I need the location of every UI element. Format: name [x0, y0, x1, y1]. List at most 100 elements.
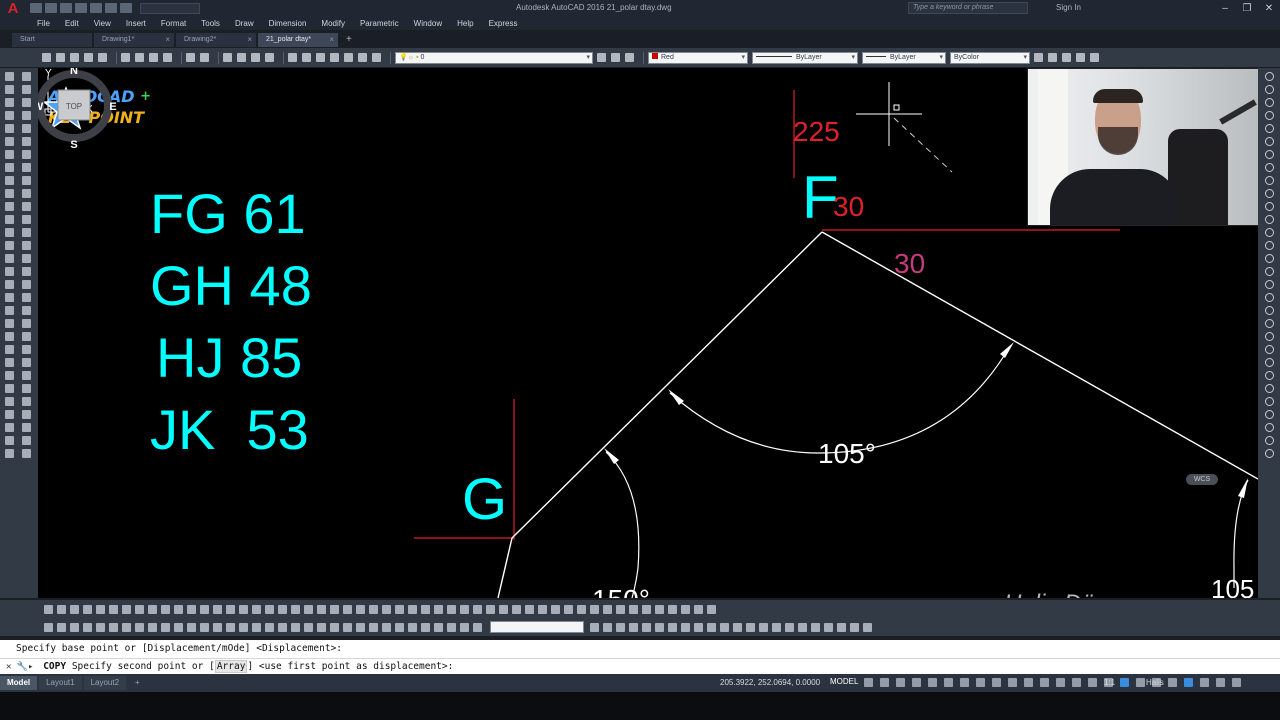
- toolbar-tool-icon[interactable]: [44, 622, 53, 632]
- toolbar-tool-icon[interactable]: [57, 622, 66, 632]
- modify-tool-icon[interactable]: [22, 267, 31, 276]
- toolbar-tool-icon[interactable]: [616, 622, 625, 632]
- draw-tool-icon[interactable]: [5, 98, 14, 107]
- view-tool-icon[interactable]: [1264, 345, 1274, 354]
- toolbar-tool-icon[interactable]: [187, 604, 196, 614]
- toolbar-tool-icon[interactable]: [720, 622, 729, 632]
- draw-tool-icon[interactable]: [5, 267, 14, 276]
- menu-draw[interactable]: Draw: [228, 19, 262, 28]
- save-icon[interactable]: [70, 53, 79, 62]
- draw-tool-icon[interactable]: [5, 124, 14, 133]
- draw-tool-icon[interactable]: [5, 410, 14, 419]
- markup-icon[interactable]: [344, 53, 353, 62]
- toolbar-tool-icon[interactable]: [499, 604, 508, 614]
- modify-tool-icon[interactable]: [22, 137, 31, 146]
- toolbar-tool-icon[interactable]: [44, 604, 53, 614]
- toolbar-tool-icon[interactable]: [343, 604, 352, 614]
- tab-drawing2[interactable]: Drawing2* ×: [176, 33, 256, 47]
- toolbar-tool-icon[interactable]: [759, 622, 768, 632]
- toolbar-tool-icon[interactable]: [629, 604, 638, 614]
- toolbar-tool-icon[interactable]: [317, 604, 326, 614]
- menu-format[interactable]: Format: [154, 19, 194, 28]
- menu-modify[interactable]: Modify: [314, 19, 353, 28]
- layer-previous-icon[interactable]: [597, 53, 606, 62]
- view-tool-icon[interactable]: [1264, 124, 1274, 133]
- toolbar-tool-icon[interactable]: [109, 604, 118, 614]
- toolbar-tool-icon[interactable]: [811, 622, 820, 632]
- status-toggle-icon[interactable]: [1040, 678, 1049, 687]
- view-tool-icon[interactable]: [1264, 397, 1274, 406]
- menu-help[interactable]: Help: [450, 19, 481, 28]
- toolbar-tool-icon[interactable]: [655, 604, 664, 614]
- toolbar-tool-icon[interactable]: [161, 622, 170, 632]
- menu-parametric[interactable]: Parametric: [353, 19, 407, 28]
- view-tool-icon[interactable]: [1264, 371, 1274, 380]
- modify-tool-icon[interactable]: [22, 111, 31, 120]
- modify-tool-icon[interactable]: [22, 85, 31, 94]
- app-menu-button[interactable]: A: [0, 0, 26, 17]
- draw-tool-icon[interactable]: [5, 254, 14, 263]
- toolbar-tool-icon[interactable]: [460, 622, 469, 632]
- draw-tool-icon[interactable]: [5, 137, 14, 146]
- calculator-icon[interactable]: [358, 53, 367, 62]
- toolbar-tool-icon[interactable]: [200, 604, 209, 614]
- status-toggle-icon[interactable]: [976, 678, 985, 687]
- modify-tool-icon[interactable]: [22, 280, 31, 289]
- toolbar-tool-icon[interactable]: [694, 604, 703, 614]
- view-tool-icon[interactable]: [1264, 163, 1274, 172]
- drawing-canvas[interactable]: AUTOCAD + KEY POINT FG 61 GH 48 HJ 85 JK…: [38, 68, 1258, 598]
- toolbar-tool-icon[interactable]: [486, 604, 495, 614]
- toolbar-tool-icon[interactable]: [512, 604, 521, 614]
- redo-icon[interactable]: [120, 3, 132, 13]
- layout-tab-layout1[interactable]: Layout1: [39, 676, 82, 690]
- toolbar-tool-icon[interactable]: [57, 604, 66, 614]
- modify-tool-icon[interactable]: [22, 241, 31, 250]
- draw-tool-icon[interactable]: [5, 345, 14, 354]
- multileader-style-icon[interactable]: [1076, 53, 1085, 62]
- toolbar-tool-icon[interactable]: [265, 604, 274, 614]
- view-tool-icon[interactable]: [1264, 111, 1274, 120]
- toolbar-tool-icon[interactable]: [590, 604, 599, 614]
- draw-tool-icon[interactable]: [5, 189, 14, 198]
- toolbar-tool-icon[interactable]: [668, 622, 677, 632]
- modify-tool-icon[interactable]: [22, 150, 31, 159]
- toolbar-tool-icon[interactable]: [694, 622, 703, 632]
- restore-icon[interactable]: ❐: [1236, 0, 1258, 16]
- view-tool-icon[interactable]: [1264, 293, 1274, 302]
- toolbar-tool-icon[interactable]: [655, 622, 664, 632]
- save-as-icon[interactable]: [75, 3, 87, 13]
- toolbar-tool-icon[interactable]: [863, 622, 872, 632]
- toolbar-tool-icon[interactable]: [707, 604, 716, 614]
- view-tool-icon[interactable]: [1264, 176, 1274, 185]
- toolbar-tool-icon[interactable]: [707, 622, 716, 632]
- model-space-button[interactable]: MODEL: [830, 677, 858, 686]
- toolbar-tool-icon[interactable]: [343, 622, 352, 632]
- layer-states-icon[interactable]: [611, 53, 620, 62]
- toolbar-tool-icon[interactable]: [603, 604, 612, 614]
- draw-tool-icon[interactable]: [5, 280, 14, 289]
- modify-tool-icon[interactable]: [22, 384, 31, 393]
- pan-icon[interactable]: [223, 53, 232, 62]
- toolbar-tool-icon[interactable]: [590, 622, 599, 632]
- toolbar-tool-icon[interactable]: [174, 604, 183, 614]
- match-properties-icon[interactable]: [163, 53, 172, 62]
- compass-north[interactable]: N: [70, 68, 78, 77]
- toolbar-tool-icon[interactable]: [356, 622, 365, 632]
- cut-icon[interactable]: [121, 53, 130, 62]
- modify-tool-icon[interactable]: [22, 332, 31, 341]
- draw-tool-icon[interactable]: [5, 215, 14, 224]
- toolbar-tool-icon[interactable]: [395, 604, 404, 614]
- view-tool-icon[interactable]: [1264, 449, 1274, 458]
- layer-dropdown[interactable]: 💡☼ ▪ 0 ▾: [395, 51, 593, 64]
- toolbar-tool-icon[interactable]: [330, 622, 339, 632]
- toolbar-tool-icon[interactable]: [304, 622, 313, 632]
- draw-tool-icon[interactable]: [5, 241, 14, 250]
- view-tool-icon[interactable]: [1264, 215, 1274, 224]
- modify-tool-icon[interactable]: [22, 410, 31, 419]
- toolbar-select-field[interactable]: [490, 621, 584, 633]
- open-icon[interactable]: [56, 53, 65, 62]
- status-toggle-icon[interactable]: [1216, 678, 1225, 687]
- toolbar-tool-icon[interactable]: [824, 622, 833, 632]
- toolbar-tool-icon[interactable]: [369, 622, 378, 632]
- toolbar-tool-icon[interactable]: [460, 604, 469, 614]
